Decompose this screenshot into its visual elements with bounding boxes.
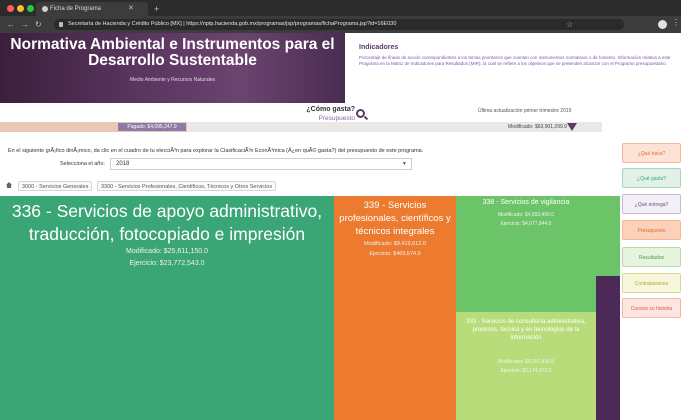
treemap-cell-title: 333 - Servicios de consultoría administr… (466, 319, 586, 341)
treemap-cell-title: 338 - Servicios de vigilancia (482, 199, 570, 206)
menu-kebab-icon[interactable]: ⋮ (672, 18, 680, 27)
treemap-cell-336[interactable]: 336 - Servicios de apoyo administrativo,… (0, 196, 334, 420)
new-tab-icon[interactable]: + (154, 2, 159, 16)
close-window-icon[interactable] (7, 5, 14, 12)
year-select[interactable]: 2018 ▼ (110, 158, 412, 170)
treemap-cell-ejercicio: Ejercicio: $469,574.0 (369, 251, 421, 257)
forward-icon[interactable]: → (21, 18, 29, 31)
side-menu-item[interactable]: ¿Qué gasta? (622, 168, 681, 188)
breadcrumb-item-3300[interactable]: 3300 - Servicios Profesionales, Científi… (97, 181, 277, 191)
account-icon[interactable] (658, 20, 667, 29)
treemap-cell-333[interactable]: 333 - Servicios de consultoría administr… (456, 312, 596, 420)
how-spend-heading: ¿Cómo gasta? Presupuesto (295, 106, 355, 123)
indicators-panel: Indicadores Porcentaje de líneas de acci… (345, 33, 681, 103)
year-label: Selecciona el año: (60, 161, 105, 167)
treemap-cell-ejercicio: Ejercicio: $23,772,543.0 (129, 260, 205, 267)
maximize-window-icon[interactable] (27, 5, 34, 12)
treemap-cell-ejercicio: Ejercicio: $3,174,973.5 (500, 368, 552, 374)
program-title: Normativa Ambiental e Instrumentos para … (10, 36, 335, 69)
treemap-cell-title: 336 - Servicios de apoyo administrativo,… (11, 201, 323, 244)
side-menu-item[interactable]: Contrataciones (622, 273, 681, 293)
year-value: 2018 (116, 161, 130, 167)
url-field[interactable]: Secretaría de Hacienda y Crédito Público… (54, 19, 624, 30)
favicon-icon (42, 6, 48, 12)
side-menu-item[interactable]: Resultados (622, 247, 681, 267)
url-text: Secretaría de Hacienda y Crédito Público… (68, 21, 397, 27)
side-menu-item[interactable]: ¿Qué entrega? (622, 194, 681, 214)
bookmark-star-icon[interactable]: ☆ (566, 19, 573, 30)
program-banner: Normativa Ambiental e Instrumentos para … (0, 33, 345, 103)
treemap-cell-339[interactable]: 339 - Servicios profesionales, científic… (334, 196, 456, 420)
treemap-cell-modificado: Modificado: $4,693,450.0 (497, 212, 555, 218)
side-menu-item[interactable]: Presupuesto (622, 220, 681, 240)
breadcrumb-item-3000[interactable]: 3000 - Servicios Generales (18, 181, 93, 191)
chevron-down-icon: ▼ (402, 161, 407, 167)
tab-title: Ficha de Programa (50, 6, 102, 12)
last-update-text: Última actualización primer trimestre 20… (478, 108, 572, 114)
treemap-cell-338[interactable]: 338 - Servicios de vigilancia Modificado… (456, 196, 596, 312)
home-icon[interactable] (6, 182, 12, 188)
treemap-cell-small-green[interactable] (596, 196, 620, 276)
treemap-cell-modificado: Modificado: $9,419,612.0 (364, 241, 426, 247)
treemap-cell-modificado: Modificado: $3,207,436.9 (497, 359, 555, 365)
reload-icon[interactable]: ↻ (35, 18, 42, 31)
indicators-link[interactable]: Porcentaje de líneas de acción correspon… (359, 55, 677, 67)
side-menu-item[interactable]: Conoce su historia (622, 298, 681, 318)
side-menu-item[interactable]: ¿Qué hace? (622, 143, 681, 163)
lock-icon (59, 22, 63, 27)
program-subtitle: Medio Ambiente y Recursos Naturales (129, 77, 216, 83)
treemap-cell-modificado: Modificado: $25,611,150.0 (126, 248, 208, 255)
paid-label: Pagado: $4,095,247.9 (118, 123, 186, 131)
treemap-cell-ejercicio: Ejercicio: $4,077,844.0 (500, 221, 552, 227)
modified-label: Modificado: $63,901,299.9 (508, 124, 567, 130)
minimize-window-icon[interactable] (17, 5, 24, 12)
address-bar: ← → ↻ Secretaría de Hacienda y Crédito P… (0, 16, 681, 33)
browser-tab-bar: Ficha de Programa ✕ + (0, 0, 681, 16)
chart-instructions: En el siguiente grÃ¡fico dinÃ¡mico, da c… (8, 148, 424, 154)
modified-marker-icon (567, 123, 577, 131)
page: Ficha de Programa ✕ + ← → ↻ Secretaría d… (0, 0, 681, 420)
close-tab-icon[interactable]: ✕ (128, 2, 134, 16)
how-spend-title: ¿Cómo gasta? (306, 106, 355, 113)
indicators-title: Indicadores (359, 44, 399, 51)
budget-progress-bar: Pagado: $4,095,247.9 Modificado: $63,901… (0, 122, 602, 132)
search-icon[interactable] (356, 109, 365, 118)
treemap-cell-title: 339 - Servicios profesionales, científic… (339, 200, 451, 237)
back-icon[interactable]: ← (7, 18, 15, 31)
